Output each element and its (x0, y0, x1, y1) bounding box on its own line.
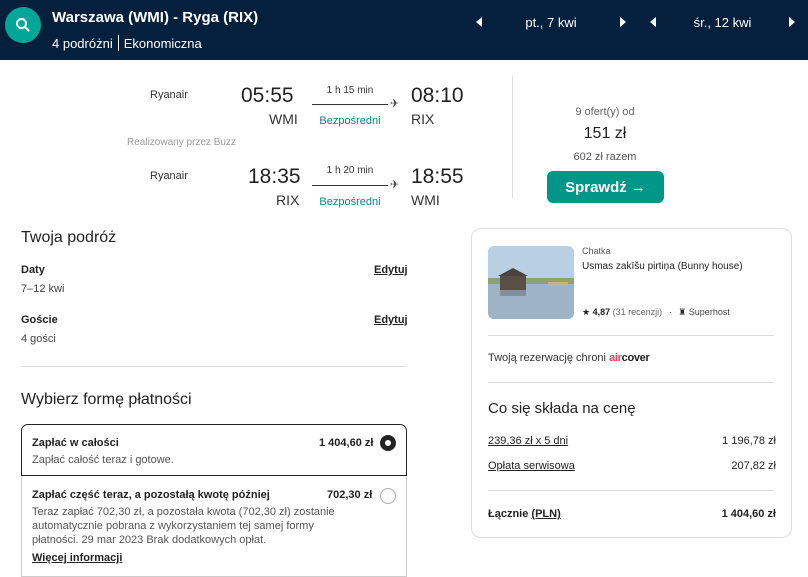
more-info-link[interactable]: Więcej informacji (32, 552, 122, 564)
plane-icon: ✈ (390, 98, 400, 110)
flight-price: 151 zł (583, 125, 627, 142)
offers-count: 9 ofert(y) od (575, 106, 635, 118)
return-depart-time: 18:35 (248, 165, 301, 188)
outbound-date[interactable]: pt., 7 kwi (482, 15, 620, 30)
outbound-date-nav: pt., 7 kwi (476, 12, 626, 32)
next-date-icon[interactable] (620, 17, 626, 27)
route-title[interactable]: Warszawa (WMI) - Ryga (RIX) (52, 9, 258, 26)
rating-separator: · (668, 307, 672, 317)
pay-full-option[interactable] (21, 424, 407, 476)
pay-full-amount: 1 404,60 zł (319, 437, 374, 449)
total-value: 1 404,60 zł (721, 508, 776, 520)
return-duration: 1 h 20 min (326, 165, 374, 176)
star-icon: ★ (582, 307, 591, 317)
return-arrive-time: 18:55 (411, 165, 464, 188)
travelers-count: 4 podróżni (52, 35, 113, 51)
search-button[interactable] (5, 7, 41, 43)
outbound-route-line (312, 104, 388, 105)
card-divider (488, 335, 774, 336)
meta-divider (117, 35, 119, 51)
total-row-label: Łącznie (PLN) (488, 508, 561, 520)
listing-name: Usmas zakīšu pirtiņa (Bunny house) (582, 261, 743, 272)
return-arrive-code: WMI (411, 192, 440, 208)
flight-total: 602 zł razem (573, 151, 637, 163)
plane-icon: ✈ (390, 179, 400, 191)
card-divider (488, 490, 774, 491)
return-date-nav: śr., 12 kwi (650, 12, 795, 32)
pay-part-desc-1: Teraz zapłać 702,30 zł, a pozostała kwot… (32, 506, 335, 518)
listing-type: Chatka (582, 246, 611, 256)
card-divider (488, 382, 774, 383)
outbound-duration: 1 h 15 min (326, 85, 374, 96)
return-date[interactable]: śr., 12 kwi (656, 15, 789, 30)
payment-title: Wybierz formę płatności (21, 391, 192, 408)
flight-divider (512, 76, 513, 198)
next-return-date-icon[interactable] (789, 17, 795, 27)
listing-photo[interactable] (488, 246, 574, 319)
operated-by: Realizowany przez Buzz (127, 137, 236, 148)
edit-dates-button[interactable]: Edytuj (374, 264, 408, 276)
superhost-label: Superhost (688, 307, 730, 317)
return-depart-code: RIX (276, 192, 300, 208)
pay-part-radio[interactable] (380, 488, 396, 504)
pay-full-radio[interactable] (380, 435, 396, 451)
search-icon (16, 18, 30, 32)
trip-title: Twoja podróż (21, 229, 117, 246)
guests-label: Goście (21, 314, 58, 326)
outbound-depart-time: 05:55 (241, 84, 294, 107)
outbound-depart-code: WMI (269, 111, 298, 127)
nights-value: 1 196,78 zł (722, 435, 776, 447)
return-stops: Bezpośredni (319, 196, 381, 208)
aircover-logo: aircover (609, 352, 650, 364)
protection-text: Twoją rezerwację chroni (488, 352, 606, 364)
return-airline: Ryanair (150, 170, 188, 182)
section-divider (21, 366, 407, 367)
edit-guests-button[interactable]: Edytuj (374, 314, 408, 326)
return-route-line (312, 185, 388, 186)
service-fee-label[interactable]: Opłata serwisowa (488, 460, 575, 472)
listing-rating: 4,87 (592, 307, 611, 317)
dates-value: 7–12 kwi (21, 283, 65, 295)
listing-rating-row: ★ 4,87 (31 recenzji) · ♜ Superhost (582, 307, 730, 318)
pay-part-desc-2: automatycznie pobrana z wykorzystaniem t… (32, 520, 314, 532)
trip-meta[interactable]: 4 podróżni Ekonomiczna (52, 35, 202, 51)
nights-label[interactable]: 239,36 zł x 5 dni (488, 435, 568, 447)
pay-full-label: Zapłać w całości (32, 437, 119, 449)
check-button[interactable]: Sprawdź → (547, 171, 664, 203)
pay-part-desc-3: płatności. 29 mar 2023 Brak dodatkowych … (32, 534, 267, 546)
service-fee-value: 207,82 zł (731, 460, 776, 472)
pay-part-label: Zapłać część teraz, a pozostałą kwotę pó… (32, 489, 270, 501)
outbound-airline: Ryanair (150, 89, 188, 101)
top-bar: Warszawa (WMI) - Ryga (RIX) 4 podróżni E… (0, 0, 808, 60)
guests-value: 4 gości (21, 333, 56, 345)
pay-full-desc: Zapłać całość teraz i gotowe. (32, 454, 174, 466)
dates-label: Daty (21, 264, 45, 276)
cabin-class: Ekonomiczna (123, 35, 202, 51)
pay-part-amount: 702,30 zł (327, 489, 373, 501)
outbound-arrive-time: 08:10 (411, 84, 464, 107)
currency-link[interactable]: (PLN) (531, 508, 560, 520)
outbound-arrive-code: RIX (411, 111, 435, 127)
superhost-icon: ♜ (678, 307, 687, 317)
protection-row: Twoją rezerwację chroni aircover (488, 352, 650, 364)
outbound-stops: Bezpośredni (319, 115, 381, 127)
listing-reviews: (31 recenzji) (612, 307, 663, 317)
price-breakdown-title: Co się składa na cenę (488, 400, 636, 417)
